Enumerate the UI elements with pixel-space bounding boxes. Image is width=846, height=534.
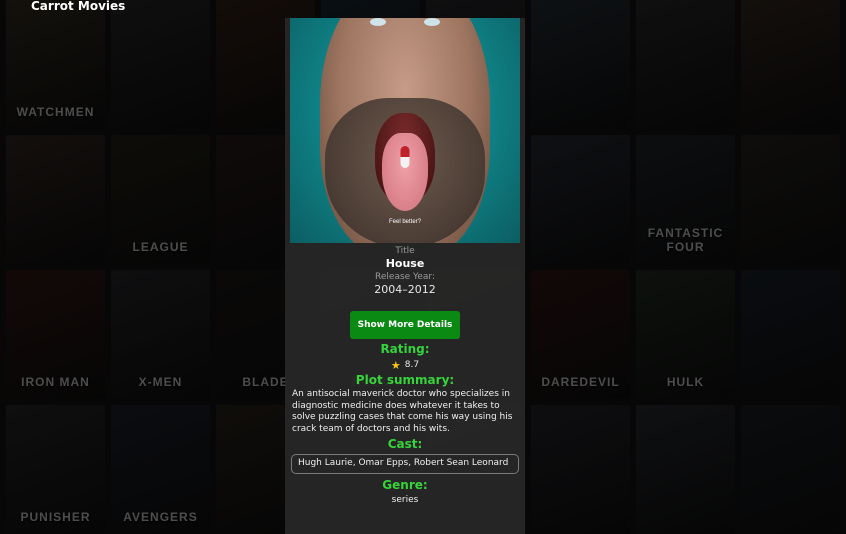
cast-heading: Cast: <box>387 437 423 451</box>
genre-value: series <box>391 494 419 505</box>
genre-heading: Genre: <box>382 477 428 492</box>
movie-detail-card: Feel better? Title House Release Year: 2… <box>285 18 525 534</box>
poster-tagline: Feel better? <box>388 219 422 225</box>
plot-heading: Plot summary: <box>355 373 455 387</box>
release-year: 2004–2012 <box>374 283 436 296</box>
show-more-details-button[interactable]: Show More Details <box>350 311 460 339</box>
site-logo[interactable]: Carrot Movies <box>31 0 125 13</box>
movie-poster: Feel better? <box>290 18 520 243</box>
movie-title: House <box>385 257 425 270</box>
plot-summary: An antisocial maverick doctor who specia… <box>292 389 513 434</box>
rating-value: 8.7 <box>404 360 420 370</box>
cast-list: Hugh Laurie, Omar Epps, Robert Sean Leon… <box>291 454 519 474</box>
release-year-label: Release Year: <box>375 272 435 282</box>
title-label: Title <box>395 246 415 256</box>
poster-eye-left <box>370 18 386 26</box>
poster-eye-right <box>424 18 440 26</box>
rating-row: ★ 8.7 <box>391 359 419 372</box>
poster-tongue <box>382 133 428 211</box>
star-icon: ★ <box>390 359 401 372</box>
poster-pill <box>400 146 410 168</box>
rating-heading: Rating: <box>380 342 430 356</box>
